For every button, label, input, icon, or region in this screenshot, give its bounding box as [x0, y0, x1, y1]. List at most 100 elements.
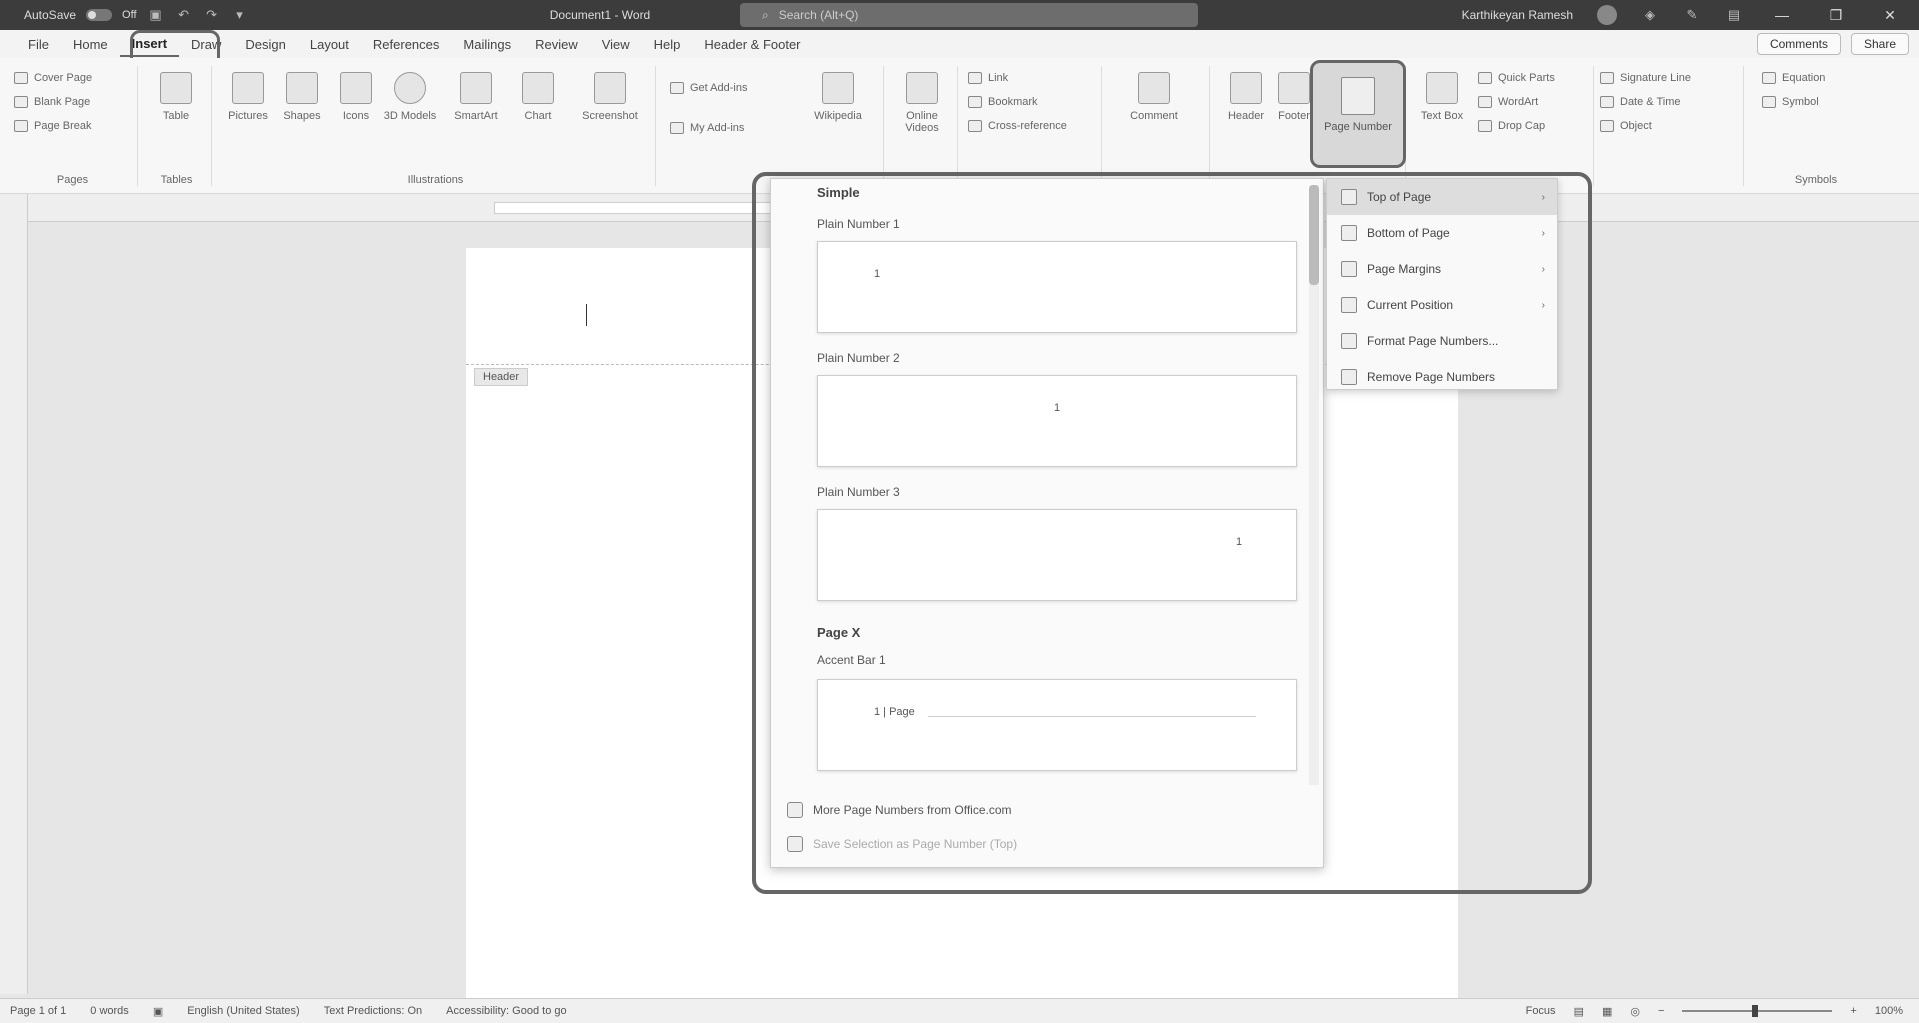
tables-group-label: Tables [160, 174, 193, 186]
tab-layout[interactable]: Layout [298, 33, 361, 56]
save-icon[interactable]: ▣ [147, 6, 165, 24]
page-count[interactable]: Page 1 of 1 [10, 1005, 66, 1017]
zoom-out-icon[interactable]: − [1658, 1005, 1664, 1017]
ribbon-display-icon[interactable]: ▤ [1725, 6, 1743, 24]
autosave-toggle[interactable] [86, 9, 113, 21]
wordart-button[interactable]: WordArt [1472, 90, 1561, 114]
equation-button[interactable]: Equation [1756, 66, 1876, 90]
more-page-numbers-item[interactable]: More Page Numbers from Office.com [771, 795, 1325, 825]
menu-bottom-of-page[interactable]: Bottom of Page › [1327, 215, 1557, 251]
menu-item-label: Top of Page [1367, 190, 1432, 204]
tab-header-footer[interactable]: Header & Footer [692, 33, 812, 56]
print-layout-icon[interactable]: ▦ [1602, 1005, 1612, 1018]
user-name[interactable]: Karthikeyan Ramesh [1462, 8, 1573, 22]
date-time-button[interactable]: Date & Time [1594, 90, 1743, 114]
menu-format-page-numbers[interactable]: Format Page Numbers... [1327, 323, 1557, 359]
header-tag[interactable]: Header [474, 368, 529, 386]
web-layout-icon[interactable]: ◎ [1630, 1005, 1640, 1018]
shapes-button[interactable]: Shapes [274, 68, 330, 122]
language-status[interactable]: English (United States) [187, 1005, 300, 1017]
close-button[interactable]: ✕ [1875, 7, 1905, 24]
quick-parts-icon [1478, 72, 1492, 84]
drop-cap-button[interactable]: Drop Cap [1472, 114, 1561, 138]
bookmark-button[interactable]: Bookmark [962, 90, 1101, 114]
page-break-button[interactable]: Page Break [8, 114, 137, 138]
zoom-slider-knob[interactable] [1752, 1005, 1759, 1017]
text-box-button[interactable]: Text Box [1414, 68, 1470, 122]
symbol-button[interactable]: Symbol [1756, 90, 1876, 114]
page-number-label: Page Number [1324, 121, 1392, 133]
icons-button[interactable]: Icons [328, 68, 384, 122]
wikipedia-button[interactable]: Wikipedia [798, 68, 878, 122]
tab-home[interactable]: Home [61, 33, 120, 56]
tab-view[interactable]: View [590, 33, 642, 56]
group-addins: Get Add-ins My Add-ins Wikipedia [664, 66, 884, 186]
smartart-button[interactable]: SmartArt [448, 68, 504, 122]
gallery-item-accent-bar-1[interactable]: 1 | Page [817, 679, 1297, 771]
quick-parts-button[interactable]: Quick Parts [1472, 66, 1561, 90]
footer-icon [1278, 72, 1310, 104]
link-button[interactable]: Link [962, 66, 1101, 90]
read-mode-icon[interactable]: ▤ [1574, 1005, 1584, 1018]
gallery-item-plain-number-1[interactable]: 1 [817, 241, 1297, 333]
my-addins-button[interactable]: My Add-ins [664, 116, 750, 140]
tab-references[interactable]: References [361, 33, 451, 56]
signature-line-button[interactable]: Signature Line [1594, 66, 1743, 90]
zoom-in-icon[interactable]: + [1850, 1005, 1856, 1017]
group-text: Text Box Quick Parts WordArt Drop Cap [1414, 66, 1594, 186]
pen-icon[interactable]: ✎ [1683, 6, 1701, 24]
group-symbols: Equation Symbol Symbols [1756, 66, 1876, 186]
zoom-slider[interactable] [1682, 1005, 1833, 1017]
page-number-button[interactable]: Page Number [1310, 60, 1406, 168]
accessibility-status[interactable]: Accessibility: Good to go [446, 1005, 566, 1017]
menu-item-label: Bottom of Page [1367, 226, 1450, 240]
focus-button[interactable]: Focus [1526, 1005, 1556, 1017]
menu-remove-page-numbers[interactable]: Remove Page Numbers [1327, 359, 1557, 395]
tab-help[interactable]: Help [642, 33, 693, 56]
smartart-icon [460, 72, 492, 104]
comments-button[interactable]: Comments [1756, 33, 1841, 55]
screenshot-icon [594, 72, 626, 104]
object-button[interactable]: Object [1594, 114, 1743, 138]
comment-button[interactable]: Comment [1126, 68, 1182, 122]
word-count[interactable]: 0 words [90, 1005, 129, 1017]
tab-mailings[interactable]: Mailings [451, 33, 523, 56]
search-input[interactable]: ⌕ Search (Alt+Q) [740, 3, 1198, 27]
gallery-item-plain-number-3[interactable]: 1 [817, 509, 1297, 601]
gallery-item-plain-number-2[interactable]: 1 [817, 375, 1297, 467]
current-position-icon [1341, 297, 1357, 313]
chart-button[interactable]: Chart [510, 68, 566, 122]
pictures-button[interactable]: Pictures [220, 68, 276, 122]
tab-review[interactable]: Review [523, 33, 590, 56]
cover-page-button[interactable]: Cover Page [8, 66, 137, 90]
customize-qat-icon[interactable]: ▾ [231, 6, 249, 24]
redo-icon[interactable]: ↷ [203, 6, 221, 24]
text-predictions-status[interactable]: Text Predictions: On [324, 1005, 422, 1017]
menu-top-of-page[interactable]: Top of Page › [1327, 179, 1557, 215]
group-illustrations: Pictures Shapes Icons 3D Models SmartArt… [216, 66, 656, 186]
tab-file[interactable]: File [16, 33, 61, 56]
gallery-scroll-thumb[interactable] [1309, 185, 1319, 285]
minimize-button[interactable]: — [1767, 7, 1797, 23]
table-button[interactable]: Table [148, 68, 204, 122]
get-addins-button[interactable]: Get Add-ins [664, 76, 753, 100]
store-icon [670, 82, 684, 94]
tab-design[interactable]: Design [233, 33, 297, 56]
screenshot-button[interactable]: Screenshot [572, 68, 648, 122]
share-button[interactable]: Share [1850, 33, 1909, 55]
undo-icon[interactable]: ↶ [175, 6, 193, 24]
save-selection-item[interactable]: Save Selection as Page Number (Top) [771, 829, 1325, 859]
menu-item-label: Current Position [1367, 298, 1454, 312]
restore-button[interactable]: ❐ [1821, 7, 1851, 24]
menu-item-label: Remove Page Numbers [1367, 370, 1496, 384]
blank-page-button[interactable]: Blank Page [8, 90, 137, 114]
lightbulb-icon[interactable]: ◈ [1641, 6, 1659, 24]
menu-page-margins[interactable]: Page Margins › [1327, 251, 1557, 287]
avatar[interactable] [1597, 5, 1617, 25]
online-videos-button[interactable]: Online Videos [894, 68, 950, 134]
cross-reference-button[interactable]: Cross-reference [962, 114, 1101, 138]
menu-current-position[interactable]: Current Position › [1327, 287, 1557, 323]
3d-models-button[interactable]: 3D Models [382, 68, 438, 122]
zoom-level[interactable]: 100% [1875, 1005, 1903, 1017]
proofing-icon[interactable]: ▣ [153, 1005, 163, 1018]
